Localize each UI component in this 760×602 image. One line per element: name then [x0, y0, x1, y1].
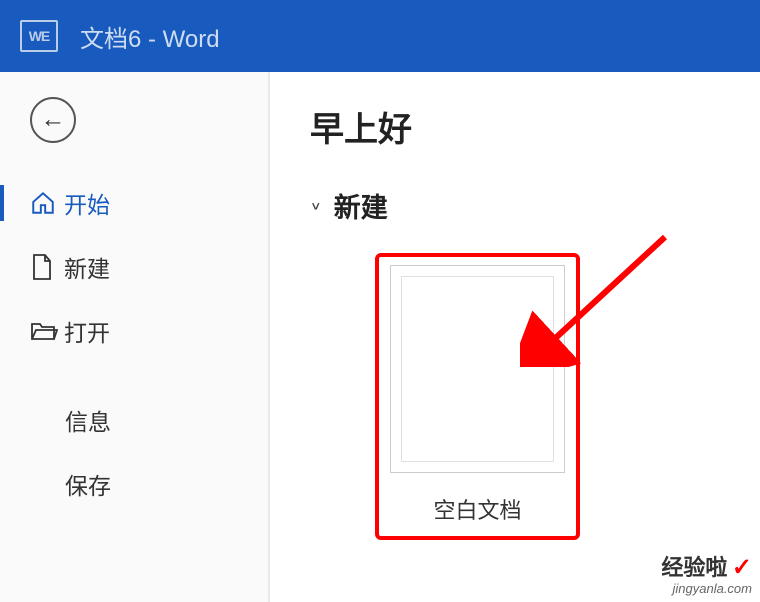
document-title: 文档6 - Word [80, 19, 220, 54]
folder-open-icon [30, 319, 64, 343]
sidebar-item-open[interactable]: 打开 [0, 299, 268, 363]
template-thumbnail [390, 265, 565, 473]
sidebar-label: 保存 [65, 467, 111, 501]
sidebar-item-info[interactable]: 信息 [0, 388, 268, 452]
main-content: 早上好 ∨ 新建 空白文档 [270, 72, 760, 602]
section-header-new[interactable]: ∨ 新建 [310, 186, 720, 225]
back-button[interactable]: ← [30, 97, 76, 143]
sidebar-item-home[interactable]: 开始 [0, 171, 268, 235]
watermark-url: jingyanla.com [661, 582, 752, 596]
checkmark-icon: ✓ [732, 554, 752, 581]
home-icon [30, 190, 64, 216]
titlebar: WE 文档6 - Word [0, 0, 760, 72]
sidebar: ← 开始 新建 [0, 72, 270, 602]
template-blank-document[interactable]: 空白文档 [390, 265, 565, 525]
template-label: 空白文档 [390, 493, 565, 525]
section-title: 新建 [334, 186, 388, 225]
greeting-text: 早上好 [310, 102, 720, 151]
sidebar-label: 打开 [64, 314, 110, 348]
back-arrow-icon: ← [41, 107, 66, 132]
sidebar-label: 信息 [65, 403, 111, 437]
sidebar-label: 新建 [64, 250, 110, 284]
sidebar-label: 开始 [64, 186, 110, 220]
chevron-down-icon: ∨ [310, 199, 322, 213]
sidebar-item-save[interactable]: 保存 [0, 452, 268, 516]
watermark-text: 经验啦 [661, 555, 727, 580]
document-icon [30, 253, 64, 281]
word-app-icon: WE [20, 20, 58, 52]
watermark: 经验啦 ✓ jingyanla.com [661, 555, 752, 596]
sidebar-item-new[interactable]: 新建 [0, 235, 268, 299]
